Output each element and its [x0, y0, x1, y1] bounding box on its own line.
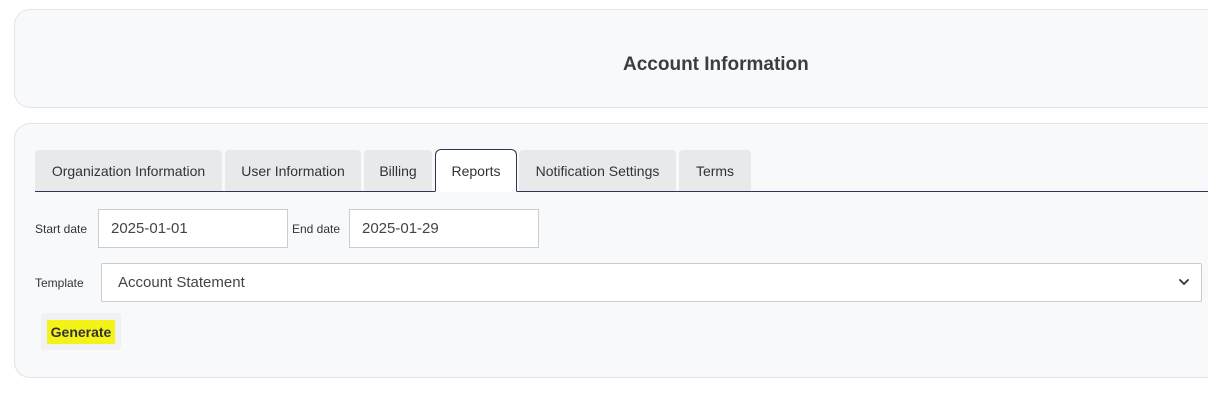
start-date-input[interactable]: 2025-01-01 [98, 209, 288, 248]
tab-bar: Organization Information User Informatio… [35, 149, 1208, 192]
template-select[interactable]: Account Statement [101, 263, 1202, 302]
tab-reports[interactable]: Reports [435, 149, 517, 192]
header-card: Account Information [14, 9, 1208, 108]
tab-terms[interactable]: Terms [679, 150, 751, 191]
reports-panel: Organization Information User Informatio… [14, 123, 1208, 378]
tab-organization-information[interactable]: Organization Information [35, 150, 222, 191]
end-date-input[interactable]: 2025-01-29 [349, 209, 539, 248]
end-date-label: End date [292, 222, 341, 236]
tab-notification-settings[interactable]: Notification Settings [519, 150, 676, 191]
generate-button[interactable]: Generate [41, 313, 121, 350]
chevron-down-icon [1179, 279, 1189, 285]
template-label: Template [35, 276, 84, 290]
page-title: Account Information [623, 54, 809, 75]
tab-billing[interactable]: Billing [364, 150, 432, 191]
generate-button-label: Generate [46, 319, 116, 344]
template-select-value: Account Statement [118, 274, 245, 291]
start-date-label: Start date [35, 222, 88, 236]
tab-user-information[interactable]: User Information [225, 150, 361, 191]
